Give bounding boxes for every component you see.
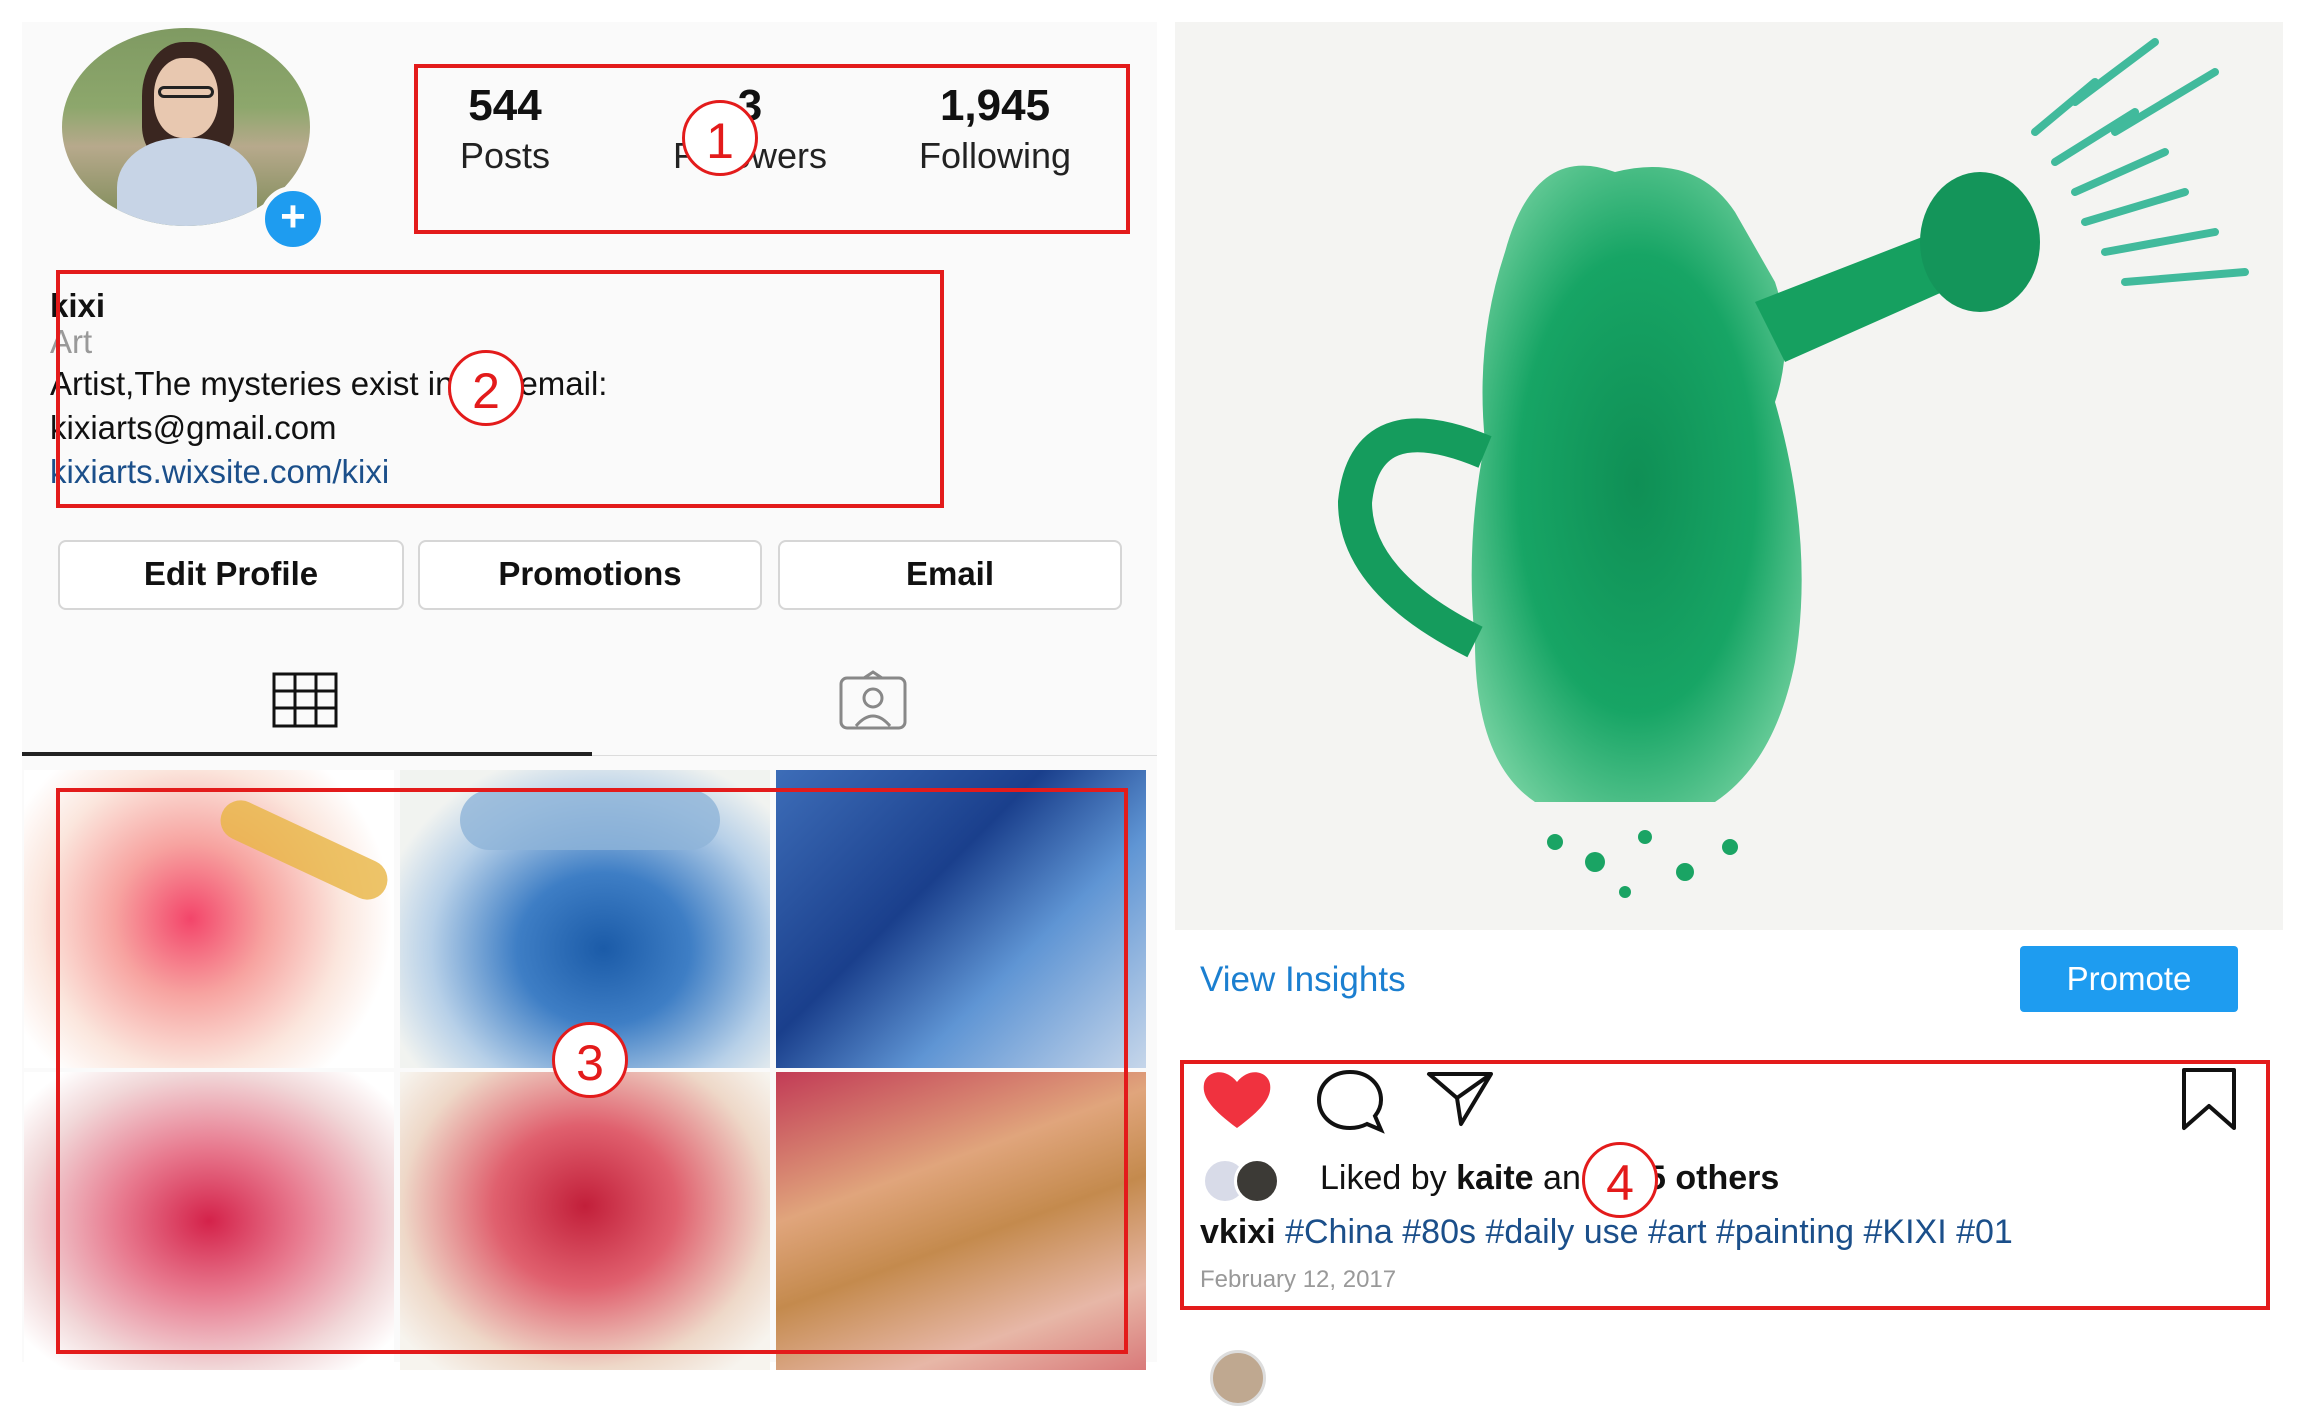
promotions-button[interactable]: Promotions (418, 540, 762, 610)
promote-button[interactable]: Promote (2020, 946, 2238, 1012)
annotation-box-1 (414, 64, 1130, 234)
edit-profile-button[interactable]: Edit Profile (58, 540, 404, 610)
annotation-label-2: 2 (448, 350, 524, 426)
add-story-plus-icon[interactable]: + (260, 186, 326, 252)
next-post-avatar[interactable] (1210, 1350, 1266, 1406)
watering-can-painting (1337, 38, 2249, 898)
annotation-label-3: 3 (552, 1022, 628, 1098)
annotation-box-4 (1180, 1060, 2270, 1310)
annotation-label-1: 1 (682, 100, 758, 176)
email-button[interactable]: Email (778, 540, 1122, 610)
grid-view-icon[interactable] (272, 672, 338, 728)
view-insights-link[interactable]: View Insights (1200, 960, 1406, 1000)
post-image[interactable] (1175, 22, 2283, 930)
active-tab-indicator (22, 752, 592, 756)
tagged-photos-icon[interactable] (838, 670, 908, 730)
annotation-label-4: 4 (1582, 1142, 1658, 1218)
